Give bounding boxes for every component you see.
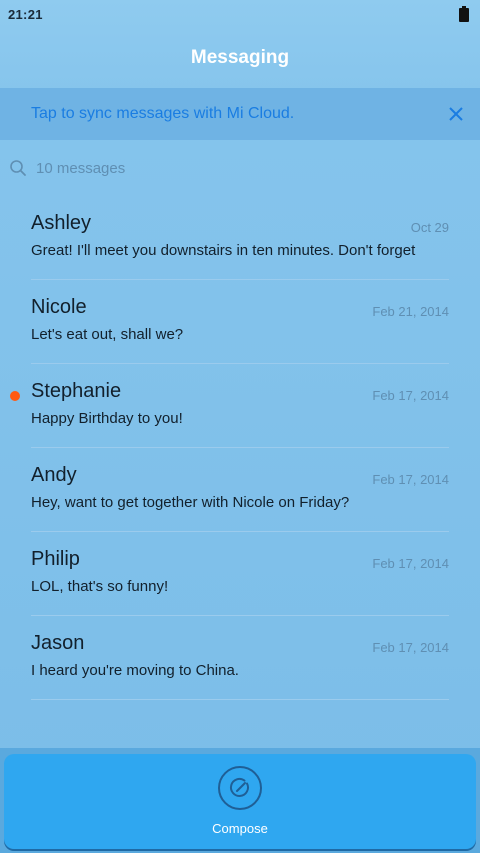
search-icon	[9, 159, 27, 177]
conversation-item[interactable]: Nicole Feb 21, 2014 Let's eat out, shall…	[31, 280, 449, 364]
sync-banner[interactable]: Tap to sync messages with Mi Cloud.	[0, 88, 480, 140]
compose-label: Compose	[212, 821, 268, 836]
contact-name: Andy	[31, 464, 77, 486]
contact-name: Stephanie	[31, 380, 122, 402]
compose-button[interactable]: Compose	[4, 754, 476, 849]
battery-full-icon	[459, 6, 469, 22]
conversation-item[interactable]: Andy Feb 17, 2014 Hey, want to get toget…	[31, 448, 449, 532]
search-placeholder[interactable]: 10 messages	[36, 160, 125, 177]
sync-banner-text[interactable]: Tap to sync messages with Mi Cloud.	[31, 105, 294, 123]
message-date: Feb 17, 2014	[372, 556, 449, 571]
message-date: Feb 17, 2014	[372, 472, 449, 487]
page-title: Messaging	[190, 47, 290, 68]
message-preview: I heard you're moving to China.	[31, 662, 239, 679]
compose-bar: Compose	[0, 748, 480, 853]
conversation-item[interactable]: Stephanie Feb 17, 2014 Happy Birthday to…	[10, 364, 449, 448]
message-date: Oct 29	[410, 220, 449, 235]
contact-name: Jason	[31, 632, 85, 654]
message-date: Feb 21, 2014	[372, 304, 449, 319]
contact-name: Ashley	[31, 212, 92, 234]
message-date: Feb 17, 2014	[372, 388, 449, 403]
conversation-item[interactable]: Jason Feb 17, 2014 I heard you're moving…	[31, 616, 449, 700]
message-preview: Let's eat out, shall we?	[31, 326, 184, 343]
compose-icon	[218, 766, 262, 810]
message-preview: Happy Birthday to you!	[31, 410, 183, 427]
unread-indicator	[10, 391, 20, 401]
contact-name: Nicole	[31, 296, 87, 318]
message-preview: Hey, want to get together with Nicole on…	[31, 494, 350, 511]
message-date: Feb 17, 2014	[372, 640, 449, 655]
message-preview: LOL, that's so funny!	[31, 578, 169, 595]
conversation-item[interactable]: Ashley Oct 29 Great! I'll meet you downs…	[31, 196, 449, 280]
close-icon[interactable]	[448, 106, 464, 122]
conversation-item[interactable]: Philip Feb 17, 2014 LOL, that's so funny…	[31, 532, 449, 616]
search-bar[interactable]: 10 messages	[0, 150, 480, 186]
title-bar: Messaging	[0, 28, 480, 88]
status-time: 21:21	[8, 6, 43, 22]
status-bar: 21:21	[0, 0, 480, 28]
message-preview: Great! I'll meet you downstairs in ten m…	[31, 242, 416, 259]
contact-name: Philip	[31, 548, 80, 570]
message-list: Ashley Oct 29 Great! I'll meet you downs…	[0, 196, 480, 700]
